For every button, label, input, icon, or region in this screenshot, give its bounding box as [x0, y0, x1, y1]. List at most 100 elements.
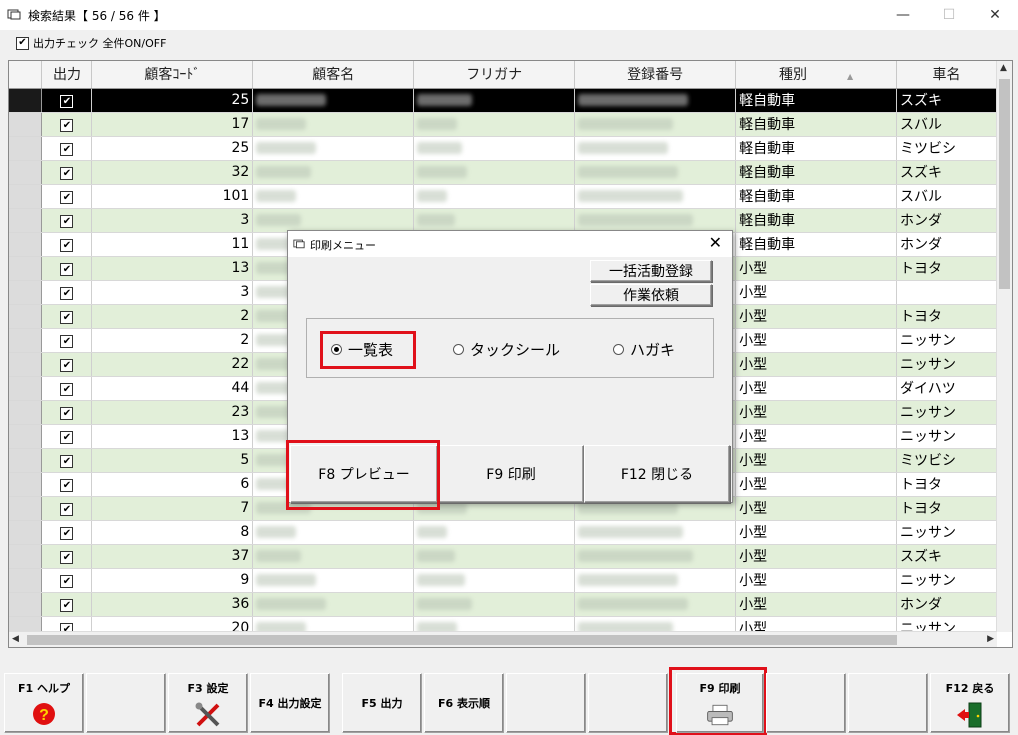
- row-header[interactable]: [9, 280, 43, 305]
- output-cell[interactable]: ✔: [41, 208, 93, 233]
- table-row[interactable]: ✔ 17 軽自動車 スバル: [9, 112, 997, 137]
- output-cell[interactable]: ✔: [41, 88, 93, 113]
- row-header[interactable]: [9, 496, 43, 521]
- row-output-checkbox[interactable]: ✔: [60, 335, 74, 349]
- row-header[interactable]: [9, 112, 43, 137]
- minimize-button[interactable]: —: [880, 0, 926, 30]
- row-output-checkbox[interactable]: ✔: [60, 575, 74, 589]
- f1-help-button[interactable]: F1 ヘルプ ?: [4, 673, 84, 733]
- radio-postcard[interactable]: ハガキ: [613, 339, 675, 360]
- row-output-checkbox[interactable]: ✔: [60, 239, 74, 253]
- row-output-checkbox[interactable]: ✔: [60, 431, 74, 445]
- dialog-close-icon[interactable]: ✕: [709, 233, 722, 252]
- output-cell[interactable]: ✔: [41, 376, 93, 401]
- maximize-button[interactable]: ☐: [926, 0, 972, 30]
- radio-unselected-icon[interactable]: [613, 344, 624, 355]
- table-row[interactable]: ✔ 20 小型 ニッサン: [9, 616, 997, 632]
- radio-tack-seal[interactable]: タックシール: [453, 339, 560, 360]
- row-output-checkbox[interactable]: ✔: [60, 599, 74, 613]
- dialog-close-button[interactable]: F12 閉じる: [584, 445, 730, 503]
- row-output-checkbox[interactable]: ✔: [60, 263, 74, 277]
- output-cell[interactable]: ✔: [41, 472, 93, 497]
- output-cell[interactable]: ✔: [41, 424, 93, 449]
- row-header[interactable]: [9, 424, 43, 449]
- row-header[interactable]: [9, 304, 43, 329]
- table-row[interactable]: ✔ 36 小型 ホンダ: [9, 592, 997, 617]
- table-row[interactable]: ✔ 25 軽自動車 ミツビシ: [9, 136, 997, 161]
- output-cell[interactable]: ✔: [41, 160, 93, 185]
- row-header[interactable]: [9, 376, 43, 401]
- column-header-car-make[interactable]: 車名: [896, 61, 997, 89]
- output-cell[interactable]: ✔: [41, 112, 93, 137]
- table-row[interactable]: ✔ 25 軽自動車 スズキ: [9, 88, 997, 113]
- output-cell[interactable]: ✔: [41, 232, 93, 257]
- row-header[interactable]: [9, 328, 43, 353]
- output-cell[interactable]: ✔: [41, 400, 93, 425]
- output-cell[interactable]: ✔: [41, 256, 93, 281]
- f7-blank-button[interactable]: [506, 673, 586, 733]
- column-header-registration-number[interactable]: 登録番号: [574, 61, 737, 89]
- output-cell[interactable]: ✔: [41, 280, 93, 305]
- f11-blank-button[interactable]: [848, 673, 928, 733]
- row-output-checkbox[interactable]: ✔: [60, 455, 74, 469]
- radio-unselected-icon[interactable]: [453, 344, 464, 355]
- output-cell[interactable]: ✔: [41, 328, 93, 353]
- output-cell[interactable]: ✔: [41, 568, 93, 593]
- row-output-checkbox[interactable]: ✔: [60, 95, 74, 109]
- row-header[interactable]: [9, 592, 43, 617]
- row-output-checkbox[interactable]: ✔: [60, 479, 74, 493]
- column-header-customer-code[interactable]: 顧客ｺｰﾄﾞ: [91, 61, 254, 89]
- f10-blank-button[interactable]: [766, 673, 846, 733]
- row-header[interactable]: [9, 208, 43, 233]
- f8-blank-button[interactable]: [588, 673, 668, 733]
- output-cell[interactable]: ✔: [41, 592, 93, 617]
- column-header-type[interactable]: 種別 ▲: [735, 61, 897, 89]
- f5-output-button[interactable]: F5 出力: [342, 673, 422, 733]
- row-output-checkbox[interactable]: ✔: [60, 551, 74, 565]
- scroll-right-arrow-icon[interactable]: ▶: [987, 634, 994, 644]
- horizontal-scrollbar[interactable]: ◀ ▶: [9, 631, 997, 647]
- vertical-scrollbar[interactable]: ▲: [996, 61, 1012, 632]
- work-request-button[interactable]: 作業依頼: [590, 284, 712, 306]
- row-header[interactable]: [9, 88, 43, 113]
- bulk-activity-register-button[interactable]: 一括活動登録: [590, 260, 712, 282]
- output-cell[interactable]: ✔: [41, 448, 93, 473]
- table-row[interactable]: ✔ 101 軽自動車 スバル: [9, 184, 997, 209]
- output-toggle-all[interactable]: ✔ 出力チェック 全件ON/OFF: [16, 35, 166, 51]
- row-output-checkbox[interactable]: ✔: [60, 119, 74, 133]
- f9-print-button[interactable]: F9 印刷: [676, 673, 764, 733]
- row-output-checkbox[interactable]: ✔: [60, 143, 74, 157]
- column-header-output[interactable]: 出力: [41, 61, 93, 89]
- output-cell[interactable]: ✔: [41, 544, 93, 569]
- row-header[interactable]: [9, 136, 43, 161]
- output-cell[interactable]: ✔: [41, 184, 93, 209]
- table-row[interactable]: ✔ 32 軽自動車 スズキ: [9, 160, 997, 185]
- row-header[interactable]: [9, 472, 43, 497]
- row-header[interactable]: [9, 520, 43, 545]
- output-cell[interactable]: ✔: [41, 520, 93, 545]
- output-toggle-checkbox[interactable]: ✔: [16, 36, 29, 50]
- vertical-scroll-thumb[interactable]: [999, 79, 1010, 289]
- f6-display-order-button[interactable]: F6 表示順: [424, 673, 504, 733]
- row-output-checkbox[interactable]: ✔: [60, 527, 74, 541]
- row-output-checkbox[interactable]: ✔: [60, 215, 74, 229]
- close-button[interactable]: ✕: [972, 0, 1018, 30]
- row-output-checkbox[interactable]: ✔: [60, 383, 74, 397]
- scroll-left-arrow-icon[interactable]: ◀: [12, 634, 19, 644]
- f2-blank-button[interactable]: [86, 673, 166, 733]
- row-header[interactable]: [9, 568, 43, 593]
- table-row[interactable]: ✔ 3 軽自動車 ホンダ: [9, 208, 997, 233]
- scroll-up-arrow-icon[interactable]: ▲: [1000, 63, 1007, 73]
- table-row[interactable]: ✔ 8 小型 ニッサン: [9, 520, 997, 545]
- f12-back-button[interactable]: F12 戻る: [930, 673, 1010, 733]
- row-header[interactable]: [9, 232, 43, 257]
- table-row[interactable]: ✔ 9 小型 ニッサン: [9, 568, 997, 593]
- output-cell[interactable]: ✔: [41, 136, 93, 161]
- output-cell[interactable]: ✔: [41, 304, 93, 329]
- row-header[interactable]: [9, 616, 43, 632]
- row-header[interactable]: [9, 544, 43, 569]
- row-header[interactable]: [9, 160, 43, 185]
- row-header[interactable]: [9, 256, 43, 281]
- column-header-customer-name[interactable]: 顧客名: [252, 61, 415, 89]
- row-header[interactable]: [9, 352, 43, 377]
